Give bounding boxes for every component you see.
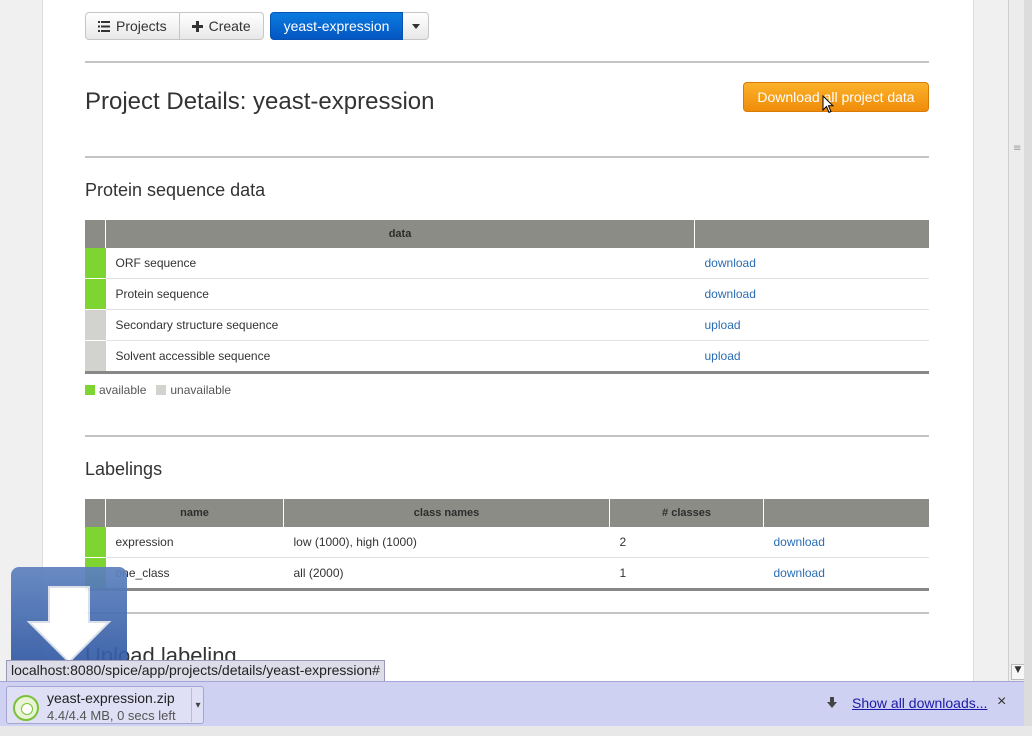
status-indicator-available bbox=[85, 278, 106, 310]
labelings-table: name class names # classes expression lo… bbox=[85, 499, 929, 591]
upload-link[interactable]: upload bbox=[705, 318, 741, 332]
legend-available-label: available bbox=[99, 383, 147, 397]
table-row: expression low (1000), high (1000) 2 dow… bbox=[85, 527, 929, 558]
top-nav-buttons: Projects Create yeast-expression bbox=[85, 12, 430, 40]
data-name-cell: Solvent accessible sequence bbox=[105, 340, 695, 373]
indicator-header bbox=[85, 499, 106, 527]
table-row: one_class all (2000) 1 download bbox=[85, 557, 929, 590]
vertical-scrollbar[interactable]: ≡ ▼ bbox=[1008, 0, 1025, 684]
project-dropdown-toggle[interactable] bbox=[403, 12, 430, 40]
mouse-cursor-icon bbox=[822, 95, 834, 114]
unavailable-swatch bbox=[156, 385, 167, 395]
labeling-name-cell: expression bbox=[105, 527, 284, 558]
caret-down-icon bbox=[411, 23, 420, 29]
class-names-cell: low (1000), high (1000) bbox=[283, 527, 610, 558]
create-button-label: Create bbox=[208, 18, 251, 34]
list-icon bbox=[98, 20, 110, 32]
close-icon[interactable]: × bbox=[997, 693, 1006, 711]
num-classes-cell: 2 bbox=[609, 527, 764, 558]
divider bbox=[85, 156, 929, 158]
column-header-class-names: class names bbox=[283, 499, 610, 527]
current-project-button[interactable]: yeast-expression bbox=[269, 12, 404, 40]
divider bbox=[85, 435, 929, 437]
create-button[interactable]: Create bbox=[179, 12, 264, 40]
download-file-name: yeast-expression.zip bbox=[47, 690, 175, 706]
show-all-downloads-link[interactable]: Show all downloads... bbox=[852, 695, 987, 711]
download-item[interactable]: yeast-expression.zip 4.4/4.4 MB, 0 secs … bbox=[6, 686, 204, 724]
num-classes-cell: 1 bbox=[609, 557, 764, 590]
table-row: Secondary structure sequence upload bbox=[85, 309, 929, 341]
column-header-data: data bbox=[105, 220, 695, 248]
downloads-bar: yeast-expression.zip 4.4/4.4 MB, 0 secs … bbox=[0, 681, 1024, 726]
projects-button-label: Projects bbox=[116, 18, 167, 34]
upload-link[interactable]: upload bbox=[705, 349, 741, 363]
download-status: 4.4/4.4 MB, 0 secs left bbox=[47, 708, 176, 723]
data-name-cell: ORF sequence bbox=[105, 248, 695, 279]
status-indicator-available bbox=[85, 527, 106, 558]
window-bottom-edge bbox=[0, 726, 1032, 736]
column-header-num-classes: # classes bbox=[609, 499, 764, 527]
download-link[interactable]: download bbox=[774, 535, 825, 549]
available-swatch bbox=[85, 385, 95, 395]
download-item-menu-icon[interactable]: ▾ bbox=[191, 688, 204, 722]
status-bar-url: localhost:8080/spice/app/projects/detail… bbox=[6, 660, 385, 681]
download-all-label: Download all project data bbox=[757, 89, 915, 105]
data-name-cell: Secondary structure sequence bbox=[105, 309, 695, 341]
plus-icon bbox=[191, 20, 203, 32]
window-right-edge bbox=[1024, 0, 1032, 736]
class-names-cell: all (2000) bbox=[283, 557, 610, 590]
projects-button[interactable]: Projects bbox=[85, 12, 180, 40]
current-project-label: yeast-expression bbox=[283, 18, 390, 34]
data-name-cell: Protein sequence bbox=[105, 278, 695, 310]
column-header-name: name bbox=[105, 499, 284, 527]
legend-unavailable-label: unavailable bbox=[170, 383, 232, 397]
download-all-button[interactable]: Download all project data bbox=[743, 82, 929, 112]
status-indicator-unavailable bbox=[85, 340, 106, 373]
download-link[interactable]: download bbox=[705, 256, 756, 270]
scroll-grip-icon[interactable]: ≡ bbox=[1013, 143, 1021, 154]
download-link[interactable]: download bbox=[705, 287, 756, 301]
scroll-down-arrow-icon[interactable]: ▼ bbox=[1011, 664, 1025, 680]
protein-section-heading: Protein sequence data bbox=[85, 180, 266, 200]
table-row: ORF sequence download bbox=[85, 248, 929, 279]
download-arrow-small-icon bbox=[827, 697, 837, 708]
table-row: Solvent accessible sequence upload bbox=[85, 340, 929, 373]
column-header-action bbox=[694, 220, 929, 248]
page-title: Project Details: yeast-expression bbox=[85, 88, 435, 115]
status-indicator-available bbox=[85, 248, 106, 279]
legend-available: available bbox=[85, 383, 146, 397]
table-row: Protein sequence download bbox=[85, 278, 929, 310]
status-indicator-unavailable bbox=[85, 309, 106, 341]
legend-unavailable: unavailable bbox=[156, 383, 231, 397]
column-header-action bbox=[763, 499, 929, 527]
labelings-section-heading: Labelings bbox=[85, 459, 163, 479]
labeling-name-cell: one_class bbox=[105, 557, 284, 590]
divider bbox=[85, 612, 929, 614]
download-link[interactable]: download bbox=[774, 566, 825, 580]
protein-table: data ORF sequence download Protein seque… bbox=[85, 220, 929, 374]
indicator-header bbox=[85, 220, 106, 248]
download-progress-icon bbox=[13, 695, 39, 721]
divider bbox=[85, 61, 929, 63]
page-right-gutter bbox=[973, 0, 1009, 684]
status-legend: available unavailable bbox=[85, 383, 231, 397]
